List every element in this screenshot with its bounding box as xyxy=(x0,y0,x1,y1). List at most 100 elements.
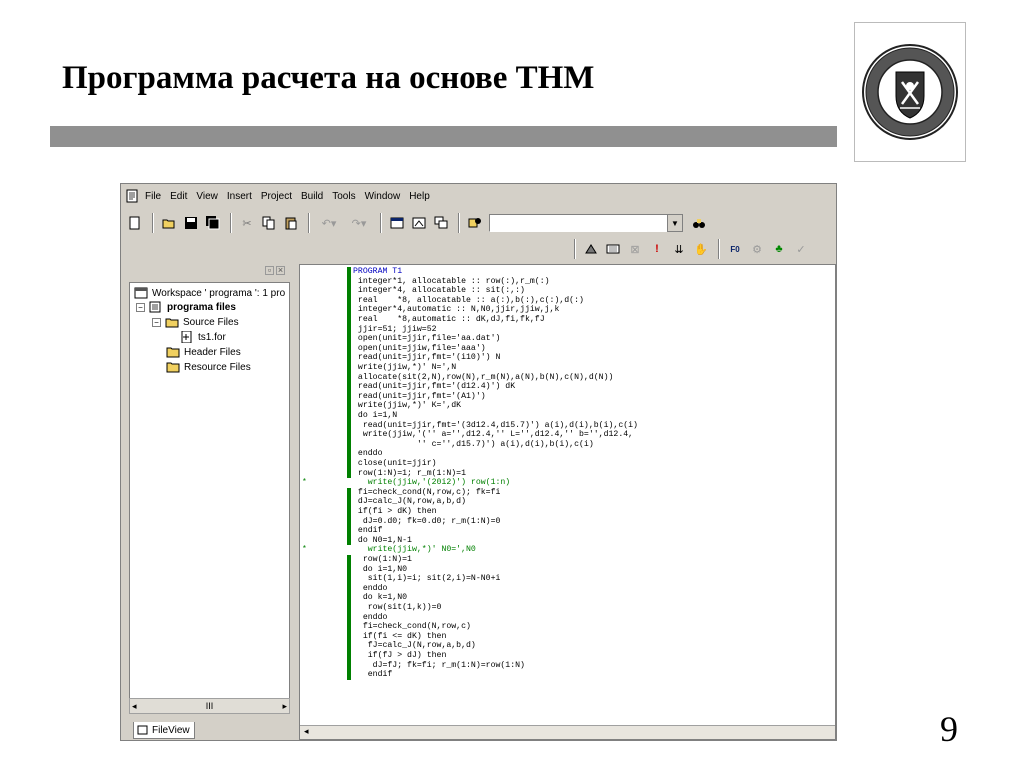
menu-view[interactable]: View xyxy=(196,191,218,202)
code-line[interactable]: enddo xyxy=(353,584,388,594)
code-line[interactable]: do N0=1,N-1 xyxy=(353,536,412,546)
scroll-thumb-icon[interactable]: III xyxy=(206,701,214,711)
find-combo-input[interactable] xyxy=(489,214,667,232)
tree-button[interactable]: ♣ xyxy=(769,239,789,259)
new-file-button[interactable] xyxy=(125,213,145,233)
code-line[interactable]: if(fi > dK) then xyxy=(353,507,437,517)
editor-horizontal-scrollbar[interactable]: ◂ xyxy=(300,725,835,739)
code-area[interactable]: PROGRAM T1 integer*1, allocatable :: row… xyxy=(353,265,833,739)
code-line[interactable]: fJ=calc_J(N,row,a,b,d) xyxy=(353,641,476,651)
code-line[interactable]: '' c='',d15.7)') a(i),d(i),b(i),c(i) xyxy=(353,440,594,450)
code-line[interactable]: integer*4,automatic :: N,N0,jjir,jjiw,j,… xyxy=(353,305,559,315)
code-line[interactable]: fi=check_cond(N,row,c); fk=fi xyxy=(353,488,501,498)
workspace-icon xyxy=(390,217,404,229)
open-button[interactable] xyxy=(159,213,179,233)
scroll-right-icon[interactable]: ▸ xyxy=(282,701,287,712)
tab-fileview[interactable]: FileView xyxy=(133,722,195,739)
code-line[interactable]: fi=check_cond(N,row,c) xyxy=(353,622,471,632)
tree-horizontal-scrollbar[interactable]: ◂ III ▸ xyxy=(129,698,290,714)
fortran-icon: F0 xyxy=(730,244,740,254)
code-line[interactable]: enddo xyxy=(353,449,383,459)
copy-button[interactable] xyxy=(259,213,279,233)
menu-help[interactable]: Help xyxy=(409,191,430,202)
find-in-files-button[interactable] xyxy=(465,213,485,233)
code-line[interactable]: read(unit=jjir,fmt='(A1)') xyxy=(353,392,486,402)
find-button[interactable] xyxy=(689,213,709,233)
code-line[interactable]: real *8,automatic :: dK,dJ,fi,fk,fJ xyxy=(353,315,545,325)
code-line[interactable]: endif xyxy=(353,526,383,536)
code-line[interactable]: read(unit=jjir,fmt='(3d12.4,d15.7)') a(i… xyxy=(353,421,638,431)
close-icon[interactable]: × xyxy=(276,266,285,275)
wizard-button[interactable]: ⚙ xyxy=(747,239,767,259)
menu-project[interactable]: Project xyxy=(261,191,292,202)
collapse-icon[interactable]: − xyxy=(136,302,145,312)
code-line[interactable]: integer*4, allocatable :: sit(:,:) xyxy=(353,286,525,296)
code-line[interactable]: close(unit=jjir) xyxy=(353,459,437,469)
code-line[interactable]: dJ=fJ; fk=fi; r_m(1:N)=row(1:N) xyxy=(353,661,525,671)
pane-restore-icon[interactable]: ▫ xyxy=(265,266,274,275)
code-line[interactable]: sit(1,i)=i; sit(2,i)=N-N0+i xyxy=(353,574,501,584)
compile-button[interactable] xyxy=(581,239,601,259)
check-button[interactable]: ✓ xyxy=(791,239,811,259)
code-editor[interactable]: * * PROGRAM T1 integer*1, allocatable :: … xyxy=(299,264,836,740)
tree-project[interactable]: − programa files xyxy=(136,301,236,313)
code-line[interactable]: PROGRAM T1 xyxy=(353,267,402,277)
tree-file[interactable]: ts1.for xyxy=(180,331,226,343)
scroll-left-icon[interactable]: ◂ xyxy=(132,701,137,712)
code-line[interactable]: dJ=calc_J(N,row,a,b,d) xyxy=(353,497,466,507)
menu-window[interactable]: Window xyxy=(365,191,401,202)
code-line[interactable]: enddo xyxy=(353,613,388,623)
code-line[interactable]: if(fJ > dJ) then xyxy=(353,651,447,661)
stop-build-button[interactable]: ⊠ xyxy=(625,239,645,259)
menu-insert[interactable]: Insert xyxy=(227,191,252,202)
code-line[interactable]: jjir=51; jjiw=52 xyxy=(353,325,437,335)
code-line[interactable]: do i=1,N0 xyxy=(353,565,407,575)
code-line[interactable]: write(jjiw,*)' K=',dK xyxy=(353,401,461,411)
code-line[interactable]: integer*1, allocatable :: row(:),r_m(:) xyxy=(353,277,550,287)
tree-folder-header[interactable]: Header Files xyxy=(166,346,241,358)
code-line[interactable]: row(1:N)=1; r_m(1:N)=1 xyxy=(353,469,466,479)
code-line[interactable]: write(jjiw,*)' N=',N xyxy=(353,363,456,373)
code-line[interactable]: dJ=0.d0; fk=0.d0; r_m(1:N)=0 xyxy=(353,517,501,527)
code-line[interactable]: write(jjiw,*)' N0=',N0 xyxy=(353,545,476,555)
go-button[interactable]: ⇊ xyxy=(669,239,689,259)
code-line[interactable]: endif xyxy=(353,670,393,680)
collapse-icon[interactable]: − xyxy=(152,317,161,327)
code-line[interactable]: real *8, allocatable :: a(:),b(:),c(:),d… xyxy=(353,296,584,306)
tree-workspace-root[interactable]: Workspace ' programa ': 1 pro xyxy=(134,287,285,299)
undo-button[interactable]: ↶▾ xyxy=(315,213,343,233)
breakpoint-button[interactable]: ✋ xyxy=(691,239,711,259)
menu-tools[interactable]: Tools xyxy=(332,191,355,202)
code-line[interactable]: write(jjiw,'(20i2)') row(1:n) xyxy=(353,478,511,488)
code-line[interactable]: write(jjiw,'('' a='',d12.4,'' L='',d12.4… xyxy=(353,430,633,440)
code-line[interactable]: allocate(sit(2,N),row(N),r_m(N),a(N),b(N… xyxy=(353,373,614,383)
code-line[interactable]: if(fi <= dK) then xyxy=(353,632,447,642)
menu-build[interactable]: Build xyxy=(301,191,323,202)
code-line[interactable]: do i=1,N xyxy=(353,411,397,421)
menu-edit[interactable]: Edit xyxy=(170,191,187,202)
code-line[interactable]: read(unit=jjir,fmt='(i10)') N xyxy=(353,353,501,363)
output-button[interactable] xyxy=(409,213,429,233)
code-line[interactable]: open(unit=jjir,file='aa.dat') xyxy=(353,334,501,344)
save-button[interactable] xyxy=(181,213,201,233)
menu-file[interactable]: File xyxy=(145,191,161,202)
code-line[interactable]: read(unit=jjir,fmt='(d12.4)') dK xyxy=(353,382,515,392)
build-button[interactable] xyxy=(603,239,623,259)
execute-button[interactable]: ! xyxy=(647,239,667,259)
find-combo-dropdown[interactable]: ▼ xyxy=(667,214,683,232)
fortran-tools-button[interactable]: F0 xyxy=(725,239,745,259)
save-all-button[interactable] xyxy=(203,213,223,233)
workspace-button[interactable] xyxy=(387,213,407,233)
document-icon[interactable] xyxy=(125,189,139,203)
code-line[interactable]: open(unit=jjiw,file='aaa') xyxy=(353,344,486,354)
paste-button[interactable] xyxy=(281,213,301,233)
code-line[interactable]: row(1:N)=1 xyxy=(353,555,412,565)
scroll-left-icon[interactable]: ◂ xyxy=(304,726,309,737)
window-list-button[interactable] xyxy=(431,213,451,233)
tree-folder-resource[interactable]: Resource Files xyxy=(166,361,251,373)
cut-button[interactable]: ✂ xyxy=(237,213,257,233)
code-line[interactable]: do k=1,N0 xyxy=(353,593,407,603)
redo-button[interactable]: ↷▾ xyxy=(345,213,373,233)
tree-folder-source[interactable]: − Source Files xyxy=(152,316,239,328)
code-line[interactable]: row(sit(1,k))=0 xyxy=(353,603,442,613)
